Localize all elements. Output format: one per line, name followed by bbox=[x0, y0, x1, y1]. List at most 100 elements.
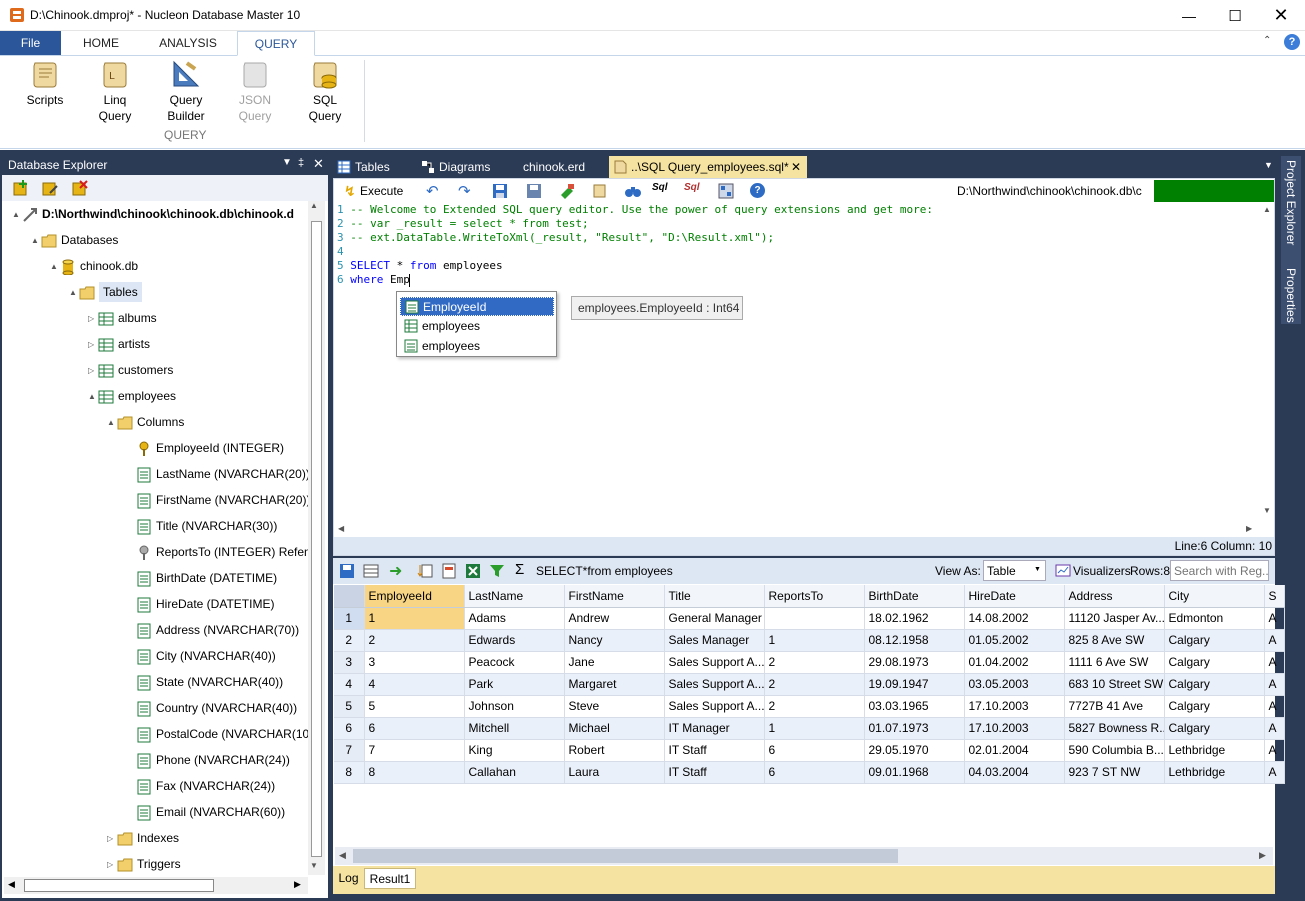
table-cell[interactable]: 29.05.1970 bbox=[864, 739, 965, 762]
row-header[interactable]: 4 bbox=[334, 673, 365, 696]
table-cell[interactable]: 03.03.1965 bbox=[864, 695, 965, 718]
tree-scroll-thumb[interactable] bbox=[311, 221, 322, 857]
table-row[interactable]: 5 5 Johnson Steve Sales Support A... 2 03.03.1… bbox=[334, 695, 1285, 718]
doc-tab-close-icon[interactable]: ✕ bbox=[791, 156, 801, 178]
table-cell[interactable]: 18.02.1962 bbox=[864, 607, 965, 630]
add-connection-icon[interactable] bbox=[12, 179, 30, 197]
tree-node[interactable]: EmployeeId (INTEGER) bbox=[126, 435, 284, 461]
expand-arrow-icon[interactable]: ▲ bbox=[107, 410, 117, 436]
grid-scroll-right-icon[interactable]: ▶ bbox=[1259, 850, 1266, 861]
tree-horizontal-scrollbar[interactable]: ◀ ▶ bbox=[4, 877, 308, 894]
table-row[interactable]: 7 7 King Robert IT Staff 6 29.05.1970 02.01.200… bbox=[334, 739, 1285, 762]
tree-node[interactable]: ▲ D:\Northwind\chinook\chinook.db\chinook… bbox=[12, 201, 294, 227]
tab-file[interactable]: File bbox=[0, 31, 61, 55]
query-builder-button[interactable]: Query Builder bbox=[156, 58, 216, 124]
column-header[interactable]: S bbox=[1264, 585, 1285, 608]
view-as-select[interactable]: Table ▼ bbox=[983, 560, 1046, 581]
editor-scroll-right-icon[interactable]: ▶ bbox=[1246, 524, 1252, 533]
table-cell[interactable]: Margaret bbox=[564, 673, 665, 696]
table-cell[interactable]: A bbox=[1264, 761, 1285, 784]
table-cell[interactable]: Calgary bbox=[1164, 717, 1265, 740]
tree-node[interactable]: HireDate (DATETIME) bbox=[126, 591, 274, 617]
table-cell[interactable]: 923 7 ST NW bbox=[1064, 761, 1165, 784]
save-results-icon[interactable] bbox=[339, 563, 355, 579]
column-header[interactable]: ReportsTo bbox=[764, 585, 865, 608]
tree-node[interactable]: ▷ artists bbox=[88, 331, 150, 357]
table-cell[interactable]: Robert bbox=[564, 739, 665, 762]
row-header[interactable]: 5 bbox=[334, 695, 365, 718]
find-binoculars-icon[interactable] bbox=[624, 183, 642, 199]
table-cell[interactable]: Edwards bbox=[464, 629, 565, 652]
expand-arrow-icon[interactable]: ▲ bbox=[88, 384, 98, 410]
table-cell[interactable]: 2 bbox=[764, 695, 865, 718]
tab-result1[interactable]: Result1 bbox=[364, 868, 416, 889]
tree-node[interactable]: LastName (NVARCHAR(20)) bbox=[126, 461, 308, 487]
maximize-button[interactable]: ☐ bbox=[1212, 0, 1258, 31]
save-icon[interactable] bbox=[492, 183, 508, 199]
row-header[interactable]: 7 bbox=[334, 739, 365, 762]
expand-arrow-icon[interactable]: ▷ bbox=[88, 332, 98, 358]
expand-arrow-icon[interactable]: ▷ bbox=[107, 826, 117, 852]
table-cell[interactable]: A bbox=[1264, 651, 1285, 674]
table-cell[interactable]: Michael bbox=[564, 717, 665, 740]
column-header[interactable]: FirstName bbox=[564, 585, 665, 608]
table-cell[interactable]: Mitchell bbox=[464, 717, 565, 740]
redo-icon[interactable]: ↷ bbox=[458, 182, 471, 200]
doc-tab-tables[interactable]: Tables bbox=[333, 156, 413, 178]
tree-node[interactable]: ▲ Columns bbox=[107, 409, 184, 435]
column-header[interactable]: City bbox=[1164, 585, 1265, 608]
table-cell[interactable]: A bbox=[1264, 717, 1285, 740]
table-cell[interactable]: 03.05.2003 bbox=[964, 673, 1065, 696]
tree-node[interactable]: City (NVARCHAR(40)) bbox=[126, 643, 276, 669]
table-cell[interactable]: Steve bbox=[564, 695, 665, 718]
tree-node[interactable]: BirthDate (DATETIME) bbox=[126, 565, 277, 591]
table-cell[interactable]: 7 bbox=[364, 739, 465, 762]
results-search-input[interactable] bbox=[1170, 560, 1269, 581]
table-cell[interactable]: Laura bbox=[564, 761, 665, 784]
table-cell[interactable]: 17.10.2003 bbox=[964, 717, 1065, 740]
editor-scroll-left-icon[interactable]: ◀ bbox=[338, 524, 344, 533]
minimize-button[interactable]: — bbox=[1166, 0, 1212, 31]
table-cell[interactable]: Sales Support A... bbox=[664, 651, 765, 674]
scripts-toolbar-icon[interactable] bbox=[592, 183, 608, 199]
tree-node[interactable]: Email (NVARCHAR(60)) bbox=[126, 799, 285, 825]
table-cell[interactable]: Calgary bbox=[1164, 651, 1265, 674]
autocomplete-item[interactable]: employees bbox=[400, 337, 554, 356]
table-cell[interactable]: 2 bbox=[764, 651, 865, 674]
scroll-left-icon[interactable]: ◀ bbox=[8, 879, 15, 890]
table-cell[interactable]: A bbox=[1264, 673, 1285, 696]
tree-node[interactable]: Title (NVARCHAR(30)) bbox=[126, 513, 277, 539]
doc-tab-erd[interactable]: chinook.erd bbox=[523, 156, 603, 178]
tree-node[interactable]: PostalCode (NVARCHAR(10 bbox=[126, 721, 308, 747]
table-cell[interactable]: Lethbridge bbox=[1164, 761, 1265, 784]
table-cell[interactable]: 1 bbox=[764, 717, 865, 740]
scroll-up-icon[interactable]: ▲ bbox=[310, 201, 318, 210]
expand-arrow-icon[interactable]: ▷ bbox=[88, 306, 98, 332]
tree-node[interactable]: ▷ Indexes bbox=[107, 825, 179, 851]
remove-connection-icon[interactable] bbox=[71, 179, 89, 197]
table-cell[interactable]: Sales Manager bbox=[664, 629, 765, 652]
tree-node[interactable]: Address (NVARCHAR(70)) bbox=[126, 617, 299, 643]
tree-node[interactable]: ▲ Tables bbox=[69, 279, 142, 305]
table-cell[interactable]: IT Staff bbox=[664, 761, 765, 784]
table-cell[interactable]: 590 Columbia B... bbox=[1064, 739, 1165, 762]
code-area[interactable]: 1 -- Welcome to Extended SQL query edito… bbox=[337, 203, 1257, 523]
side-tab-properties[interactable]: Properties bbox=[1284, 268, 1298, 323]
collapse-ribbon-icon[interactable]: ⌃ bbox=[1263, 35, 1271, 46]
grid-options-icon[interactable] bbox=[363, 563, 379, 579]
table-cell[interactable]: 11120 Jasper Av... bbox=[1064, 607, 1165, 630]
table-cell[interactable]: 4 bbox=[364, 673, 465, 696]
row-header[interactable]: 2 bbox=[334, 629, 365, 652]
sql-query-button[interactable]: SQL Query bbox=[295, 58, 355, 124]
save-as-icon[interactable] bbox=[526, 183, 542, 199]
filter-icon[interactable] bbox=[489, 563, 505, 579]
doc-tabs-dropdown-icon[interactable]: ▼ bbox=[1264, 160, 1273, 170]
table-cell[interactable]: 7727B 41 Ave bbox=[1064, 695, 1165, 718]
table-cell[interactable]: 825 8 Ave SW bbox=[1064, 629, 1165, 652]
side-tab-project-explorer[interactable]: Project Explorer bbox=[1284, 160, 1298, 245]
table-cell[interactable]: Jane bbox=[564, 651, 665, 674]
table-cell[interactable]: 02.01.2004 bbox=[964, 739, 1065, 762]
column-header[interactable]: BirthDate bbox=[864, 585, 965, 608]
row-header[interactable]: 6 bbox=[334, 717, 365, 740]
expand-arrow-icon[interactable]: ▷ bbox=[107, 852, 117, 877]
